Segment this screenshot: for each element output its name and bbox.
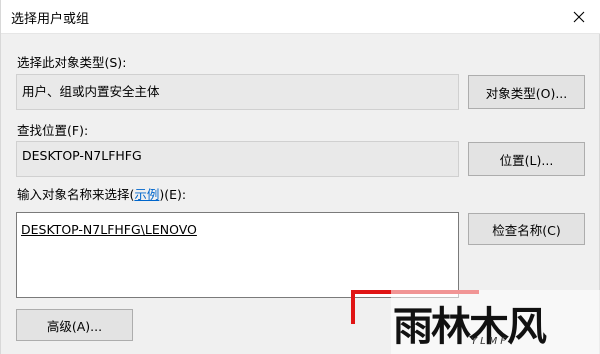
close-button[interactable] bbox=[557, 0, 600, 34]
locations-button[interactable]: 位置(L)... bbox=[468, 142, 585, 176]
object-types-button[interactable]: 对象类型(O)... bbox=[468, 75, 585, 109]
object-names-input[interactable]: DESKTOP-N7LFHFG\LENOVO bbox=[16, 212, 459, 298]
location-field: DESKTOP-N7LFHFG bbox=[16, 141, 459, 177]
entered-name: DESKTOP-N7LFHFG\LENOVO bbox=[21, 222, 197, 237]
watermark-sub: YLMF bbox=[471, 336, 510, 347]
names-label-prefix: 输入对象名称来选择( bbox=[17, 187, 135, 202]
object-type-field: 用户、组或内置安全主体 bbox=[16, 74, 459, 110]
advanced-button[interactable]: 高级(A)... bbox=[16, 309, 133, 341]
names-label-suffix: )(E): bbox=[159, 187, 187, 202]
select-users-dialog: 选择用户或组 选择此对象类型(S): 用户、组或内置安全主体 对象类型(O)..… bbox=[0, 0, 600, 354]
check-names-button[interactable]: 检查名称(C) bbox=[468, 213, 585, 245]
window-title: 选择用户或组 bbox=[11, 12, 90, 27]
names-label: 输入对象名称来选择(示例)(E): bbox=[17, 184, 186, 203]
object-type-label: 选择此对象类型(S): bbox=[17, 55, 127, 70]
watermark-logo: 雨林木风 bbox=[393, 303, 547, 350]
location-label: 查找位置(F): bbox=[17, 123, 89, 138]
examples-link[interactable]: 示例 bbox=[134, 187, 159, 202]
title-bar: 选择用户或组 bbox=[1, 0, 600, 34]
close-icon bbox=[573, 11, 585, 23]
